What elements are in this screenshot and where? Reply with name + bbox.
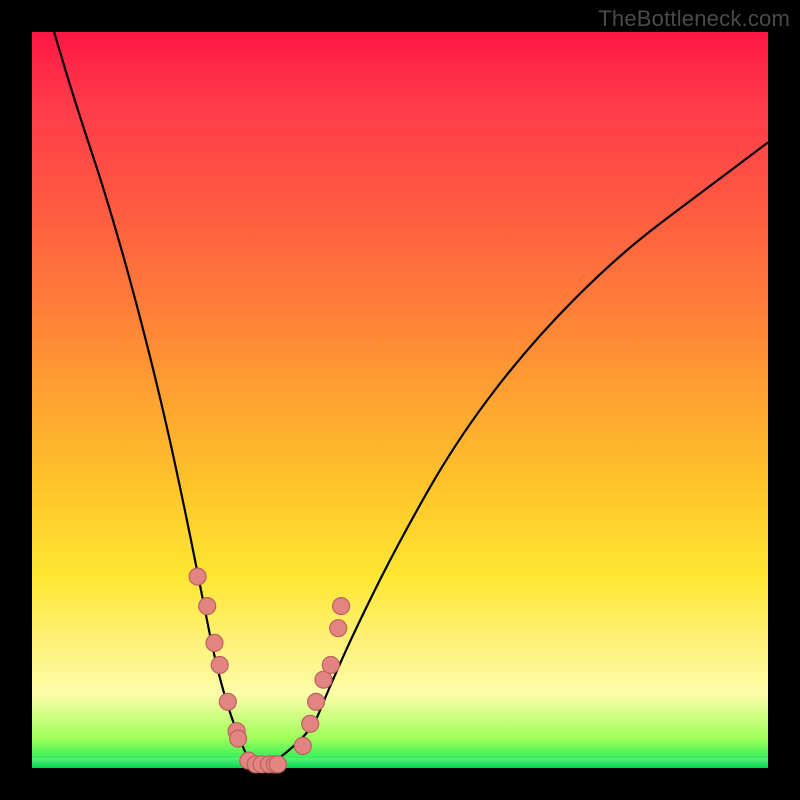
chart-svg [32, 32, 768, 768]
data-point [302, 715, 319, 732]
chart-frame: TheBottleneck.com [0, 0, 800, 800]
data-point [206, 634, 223, 651]
data-point [199, 598, 216, 615]
data-point [330, 620, 347, 637]
data-point [333, 598, 350, 615]
data-point [230, 730, 247, 747]
data-point [219, 693, 236, 710]
data-point [294, 737, 311, 754]
data-point [308, 693, 325, 710]
data-point [211, 657, 228, 674]
bottleneck-curve [54, 32, 768, 768]
watermark-text: TheBottleneck.com [598, 6, 790, 32]
plot-area [32, 32, 768, 768]
data-points-group [189, 568, 350, 773]
data-point [269, 756, 286, 773]
data-point [189, 568, 206, 585]
data-point [322, 657, 339, 674]
